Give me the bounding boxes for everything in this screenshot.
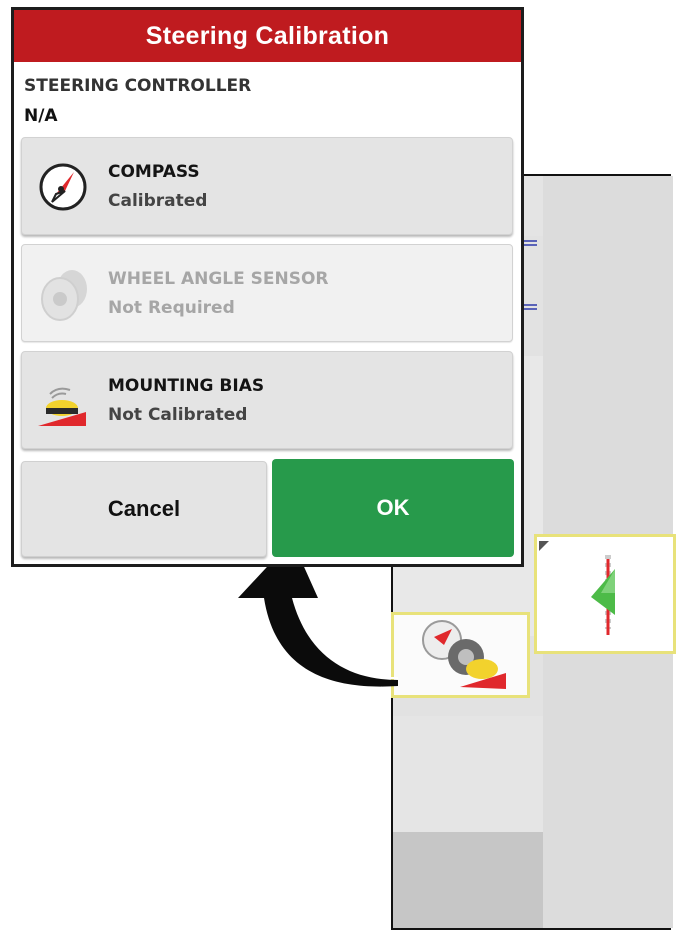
compass-title: COMPASS xyxy=(108,162,200,182)
dialog-title: Steering Calibration xyxy=(14,10,521,62)
steering-guidance-icon xyxy=(539,541,615,635)
compass-icon xyxy=(39,163,87,211)
steering-calibration-dialog: Steering Calibration STEERING CONTROLLER… xyxy=(11,7,524,567)
cancel-button[interactable]: Cancel xyxy=(21,461,267,557)
steering-controller-label: STEERING CONTROLLER xyxy=(24,76,252,96)
steering-guidance-tile[interactable] xyxy=(534,534,676,654)
wheel-sensor-icon xyxy=(41,270,87,321)
steering-controller-value: N/A xyxy=(24,106,58,126)
wheel-angle-sensor-title: WHEEL ANGLE SENSOR xyxy=(108,269,329,289)
ok-button[interactable]: OK xyxy=(272,459,514,557)
wheel-angle-sensor-button[interactable]: WHEEL ANGLE SENSOR Not Required xyxy=(21,244,513,342)
mounting-bias-icon xyxy=(38,387,86,426)
wheel-angle-sensor-status: Not Required xyxy=(108,298,235,318)
mounting-bias-title: MOUNTING BIAS xyxy=(108,376,265,396)
steering-calibration-icon xyxy=(422,620,506,689)
steering-calibration-tile[interactable] xyxy=(391,612,530,698)
mounting-bias-status: Not Calibrated xyxy=(108,405,248,425)
compass-button[interactable]: COMPASS Calibrated xyxy=(21,137,513,235)
mounting-bias-button[interactable]: MOUNTING BIAS Not Calibrated xyxy=(21,351,513,449)
compass-status: Calibrated xyxy=(108,191,208,211)
